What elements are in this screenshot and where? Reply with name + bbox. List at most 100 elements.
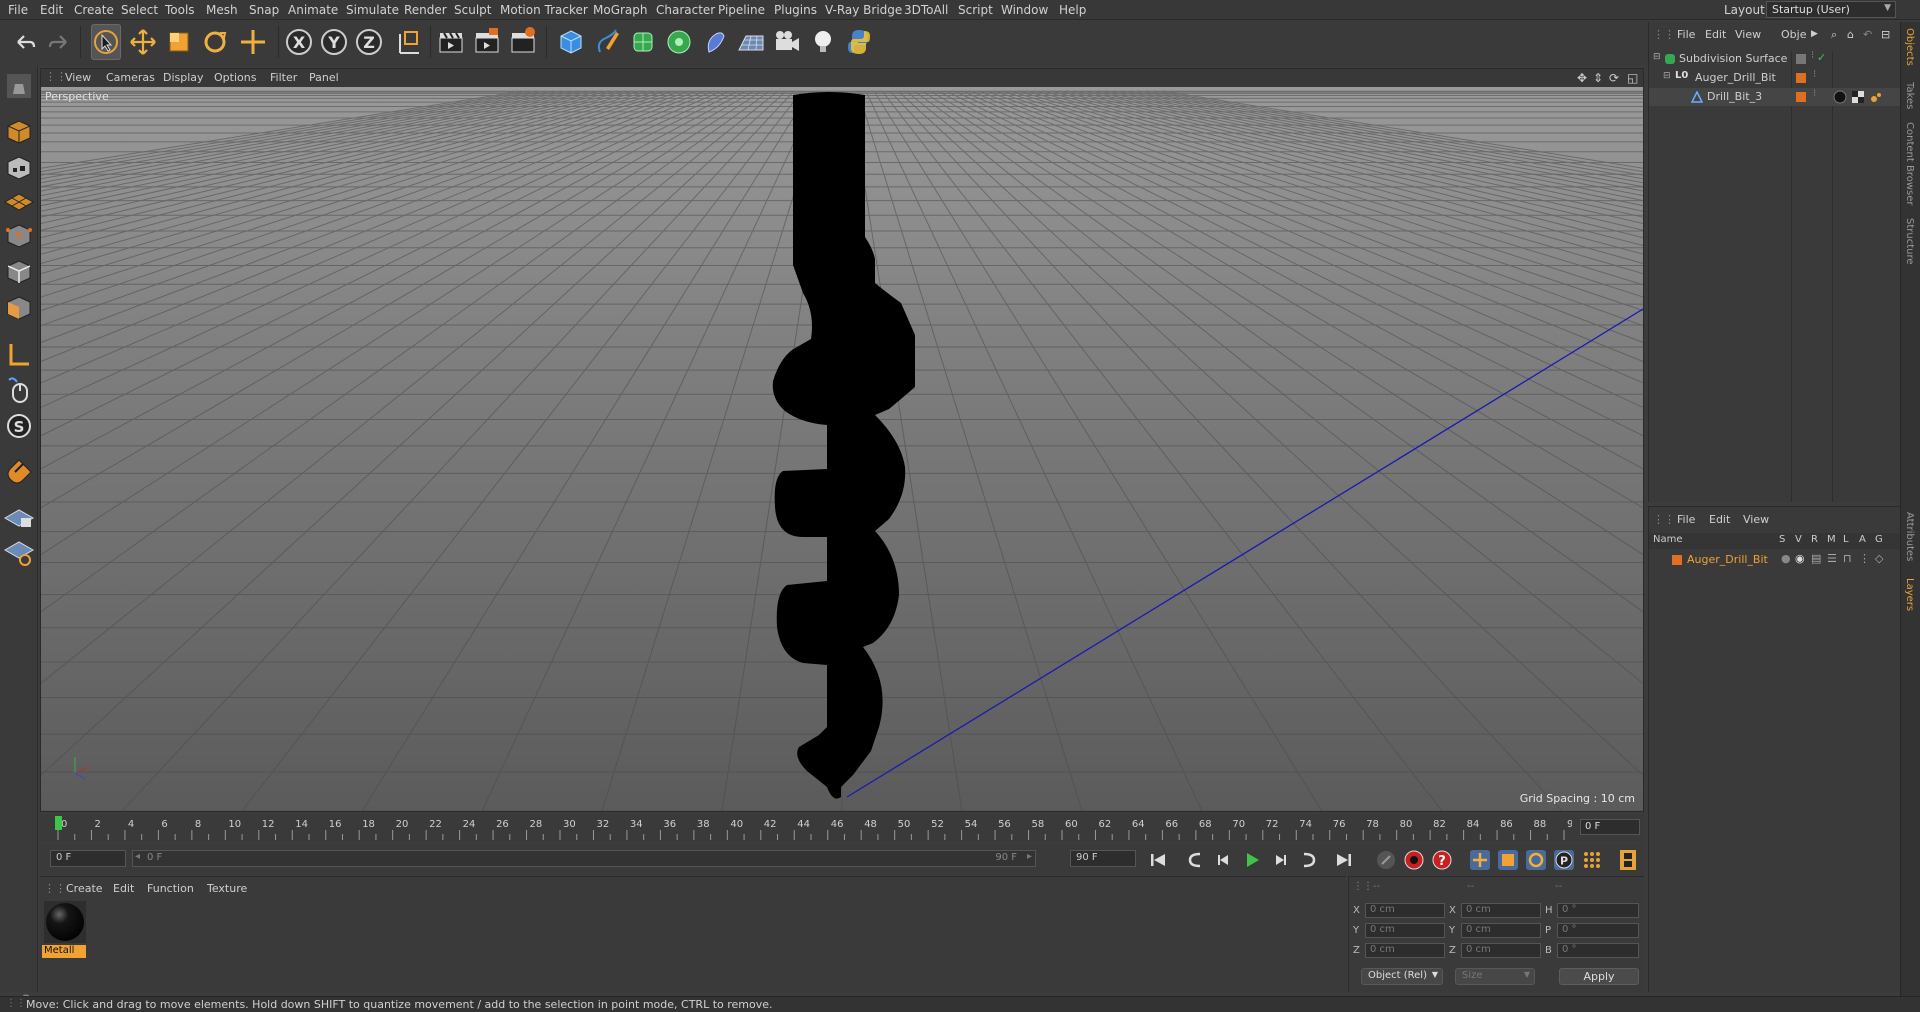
floor-button[interactable] <box>736 24 766 60</box>
tab-attributes[interactable]: Attributes <box>1904 512 1915 561</box>
timeline-window-button[interactable] <box>1616 848 1640 872</box>
snapping-button[interactable]: S <box>3 410 35 442</box>
record-parameter-button[interactable]: P <box>1552 848 1576 872</box>
model-mode-button[interactable] <box>3 116 35 148</box>
menu-simulate[interactable]: Simulate <box>346 3 399 17</box>
menu-pipeline[interactable]: Pipeline <box>718 3 765 17</box>
record-rotation-button[interactable] <box>1524 848 1548 872</box>
menu-create[interactable]: Create <box>74 3 114 17</box>
menu-edit[interactable]: Edit <box>40 3 63 17</box>
playhead[interactable] <box>55 816 62 830</box>
pen-spline-button[interactable] <box>592 24 622 60</box>
x-axis-lock-button[interactable]: X <box>284 24 314 60</box>
pos-z-field[interactable]: 0 cm <box>1365 943 1445 958</box>
menu-animate[interactable]: Animate <box>288 3 338 17</box>
size-y-field[interactable]: 0 cm <box>1461 923 1541 938</box>
frame-ruler[interactable]: 0 2 4 6 8 10 12 14 16 18 20 22 24 26 28 30 32 34 36 38 40 42 4… <box>52 814 1572 842</box>
object-menu-file[interactable]: File <box>1677 28 1695 41</box>
pos-y-field[interactable]: 0 cm <box>1365 923 1445 938</box>
chevron-right-icon[interactable]: ▶ <box>1811 29 1818 39</box>
end-frame-field[interactable]: 90 F <box>1070 850 1136 867</box>
workplane-mode-button[interactable] <box>3 184 35 216</box>
deformer-button[interactable] <box>700 24 730 60</box>
next-frame-button[interactable] <box>1268 848 1292 872</box>
z-axis-lock-button[interactable]: Z <box>354 24 384 60</box>
python-button[interactable] <box>844 24 874 60</box>
range-left-arrow-icon[interactable]: ◂ <box>135 851 140 862</box>
coordinate-system-button[interactable] <box>393 24 423 60</box>
move-tool-button[interactable] <box>128 24 158 60</box>
layer-menu-edit[interactable]: Edit <box>1709 513 1730 526</box>
next-key-button[interactable] <box>1296 848 1320 872</box>
coordinate-mode-select[interactable]: Object (Rel) ▼ <box>1361 968 1443 985</box>
visibility-dots-icon[interactable]: ⁝ <box>1813 88 1816 99</box>
menu-select[interactable]: Select <box>121 3 158 17</box>
size-mode-select[interactable]: Size ▼ <box>1455 968 1535 985</box>
rot-h-field[interactable]: 0 ° <box>1557 903 1639 918</box>
object-name[interactable]: Auger_Drill_Bit <box>1695 71 1776 84</box>
layout-select[interactable]: Startup (User) ▼ <box>1766 1 1896 18</box>
range-right-arrow-icon[interactable]: ▸ <box>1027 851 1032 862</box>
workplane-align-button[interactable] <box>3 536 35 568</box>
manager-icon[interactable]: ☰ <box>1827 552 1837 565</box>
go-to-start-button[interactable] <box>1146 848 1170 872</box>
preview-range-slider[interactable]: ◂ 0 F 90 F ▸ <box>132 850 1036 867</box>
render-view-button[interactable] <box>436 24 466 60</box>
subdivision-surface-button[interactable] <box>628 24 658 60</box>
edges-mode-button[interactable] <box>3 256 35 288</box>
redo-button[interactable] <box>44 24 74 60</box>
menu-script[interactable]: Script <box>958 3 993 17</box>
render-settings-button[interactable] <box>508 24 538 60</box>
checkmark-icon[interactable]: ✓ <box>1817 51 1826 64</box>
render-to-picture-viewer-button[interactable] <box>472 24 502 60</box>
viewport-menu-options[interactable]: Options <box>214 71 256 84</box>
rotate-tool-button[interactable] <box>200 24 230 60</box>
keyframe-selection-button[interactable]: ? <box>1430 848 1454 872</box>
autokeying-button[interactable] <box>1402 848 1426 872</box>
viewport-perspective[interactable]: ⋮⋮ View Cameras Display Options Filter P… <box>40 68 1644 812</box>
material-menu-edit[interactable]: Edit <box>113 882 134 895</box>
lock-icon[interactable]: ⊓ <box>1843 552 1852 565</box>
object-row-drill-bit-3[interactable]: Drill_Bit_3 ⁝ <box>1649 88 1901 106</box>
size-z-field[interactable]: 0 cm <box>1461 943 1541 958</box>
menu-sculpt[interactable]: Sculpt <box>454 3 491 17</box>
tab-layers[interactable]: Layers <box>1904 578 1915 611</box>
tab-objects[interactable]: Objects <box>1904 28 1915 66</box>
material-menu-texture[interactable]: Texture <box>207 882 247 895</box>
lock-workplane-button[interactable] <box>3 500 35 532</box>
record-keys-button[interactable] <box>1374 848 1398 872</box>
menu-window[interactable]: Window <box>1001 3 1048 17</box>
scale-tool-button[interactable] <box>164 24 194 60</box>
menu-help[interactable]: Help <box>1059 3 1086 17</box>
menu-mograph[interactable]: MoGraph <box>593 3 648 17</box>
points-mode-button[interactable] <box>3 220 35 252</box>
point-level-animation-button[interactable] <box>1580 848 1604 872</box>
previous-key-button[interactable] <box>1184 848 1208 872</box>
dolly-icon[interactable]: ⇕ <box>1593 71 1603 85</box>
tab-structure[interactable]: Structure <box>1904 218 1915 265</box>
timeline-ruler[interactable]: 0 2 4 6 8 10 12 14 16 18 20 22 24 26 28 30 32 34 36 38 40 42 4… <box>40 814 1644 842</box>
viewport-menu-display[interactable]: Display <box>163 71 204 84</box>
back-icon[interactable]: ↶ <box>1863 28 1872 41</box>
object-menu-objects[interactable]: Obje <box>1781 28 1806 41</box>
tab-takes[interactable]: Takes <box>1904 82 1915 109</box>
size-x-field[interactable]: 0 cm <box>1461 903 1541 918</box>
layer-name[interactable]: Auger_Drill_Bit <box>1687 553 1768 566</box>
cube-primitive-button[interactable] <box>556 24 586 60</box>
layer-row[interactable]: Auger_Drill_Bit ● ◉ ▤ ☰ ⊓ ⋮ ◇ <box>1649 551 1901 569</box>
maximize-view-icon[interactable]: ◱ <box>1627 71 1638 85</box>
cloner-button[interactable] <box>664 24 694 60</box>
home-icon[interactable]: ⌂ <box>1847 28 1854 41</box>
viewport-menu-filter[interactable]: Filter <box>270 71 297 84</box>
menu-tools[interactable]: Tools <box>165 3 195 17</box>
viewport-menu-panel[interactable]: Panel <box>309 71 339 84</box>
tab-content-browser[interactable]: Content Browser <box>1904 122 1915 205</box>
make-editable-button[interactable] <box>3 70 35 102</box>
visibility-dots-icon[interactable]: ⁝ <box>1813 69 1816 80</box>
object-row-subdivision-surface[interactable]: ⊟ Subdivision Surface ⁝ ✓ <box>1649 50 1901 68</box>
menu-snap[interactable]: Snap <box>249 3 279 17</box>
record-scale-button[interactable] <box>1496 848 1520 872</box>
solo-dot-icon[interactable]: ● <box>1781 552 1791 565</box>
visibility-dots-icon[interactable]: ⁝ <box>1811 50 1814 61</box>
viewport-canvas[interactable] <box>41 87 1643 811</box>
